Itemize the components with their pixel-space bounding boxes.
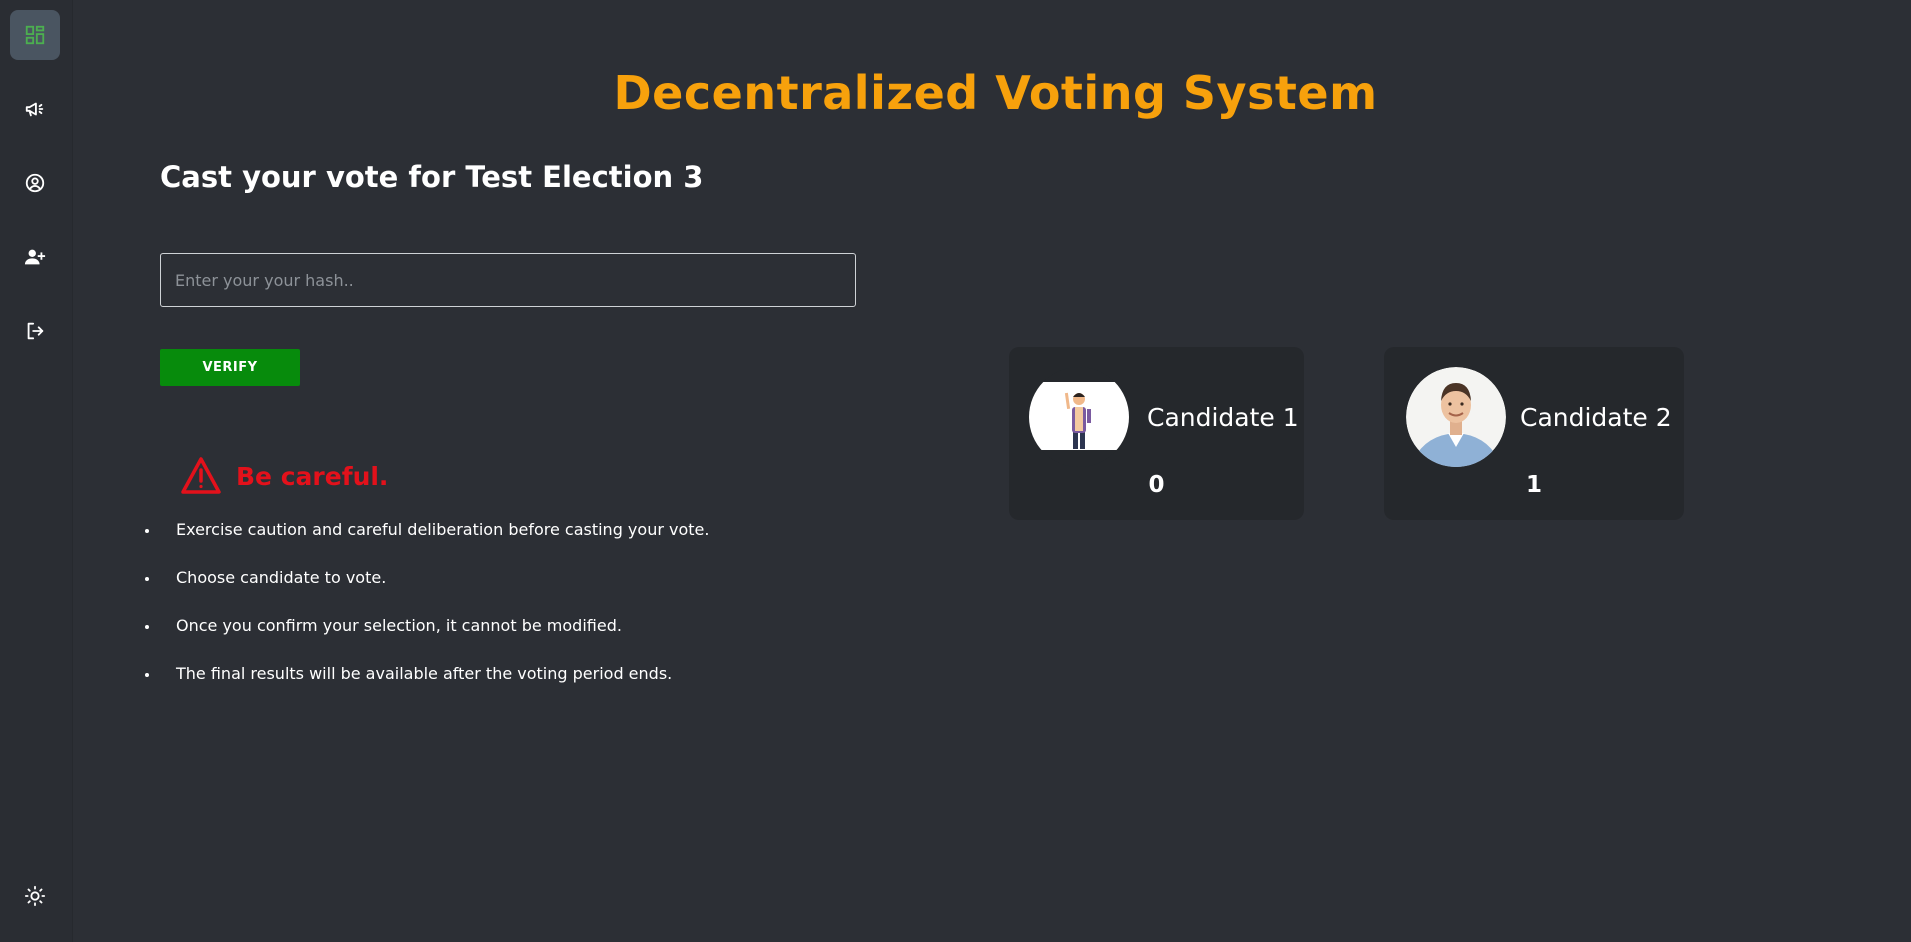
list-item: Choose candidate to vote. (145, 568, 709, 616)
warning-text: Be careful. (236, 461, 389, 491)
warning-triangle-icon (181, 457, 221, 494)
list-item: Exercise caution and careful deliberatio… (145, 520, 709, 568)
hash-input[interactable] (160, 253, 856, 307)
sidebar-item-add-user[interactable] (10, 232, 60, 282)
user-circle-icon (25, 173, 45, 193)
candidate-vote-count: 0 (1148, 472, 1165, 498)
candidate-card-2[interactable]: Candidate 2 1 (1384, 347, 1684, 520)
dashboard-icon (25, 25, 45, 45)
megaphone-icon (25, 102, 44, 117)
warning-banner: Be careful. (180, 456, 388, 496)
candidate-name: Candidate 1 (1147, 403, 1299, 432)
sidebar (0, 0, 73, 942)
add-user-icon (24, 249, 46, 265)
rules-list: Exercise caution and careful deliberatio… (145, 520, 709, 712)
sun-icon (24, 885, 46, 907)
candidate-card-1[interactable]: Candidate 1 0 (1009, 347, 1304, 520)
sidebar-item-profile[interactable] (10, 158, 60, 208)
logout-icon (27, 322, 44, 340)
candidate-avatar (1406, 367, 1506, 467)
candidate-name: Candidate 2 (1520, 403, 1672, 432)
list-item: The final results will be available afte… (145, 664, 709, 712)
page-title: Decentralized Voting System (613, 66, 1378, 120)
verify-button[interactable]: VERIFY (160, 349, 300, 386)
sidebar-item-announcements[interactable] (10, 84, 60, 134)
candidate-avatar (1029, 367, 1129, 467)
sidebar-item-logout[interactable] (10, 306, 60, 356)
theme-toggle-button[interactable] (10, 871, 60, 921)
list-item: Once you confirm your selection, it cann… (145, 616, 709, 664)
election-heading: Cast your vote for Test Election 3 (160, 160, 704, 194)
sidebar-item-dashboard[interactable] (10, 10, 60, 60)
candidate-vote-count: 1 (1525, 472, 1542, 498)
